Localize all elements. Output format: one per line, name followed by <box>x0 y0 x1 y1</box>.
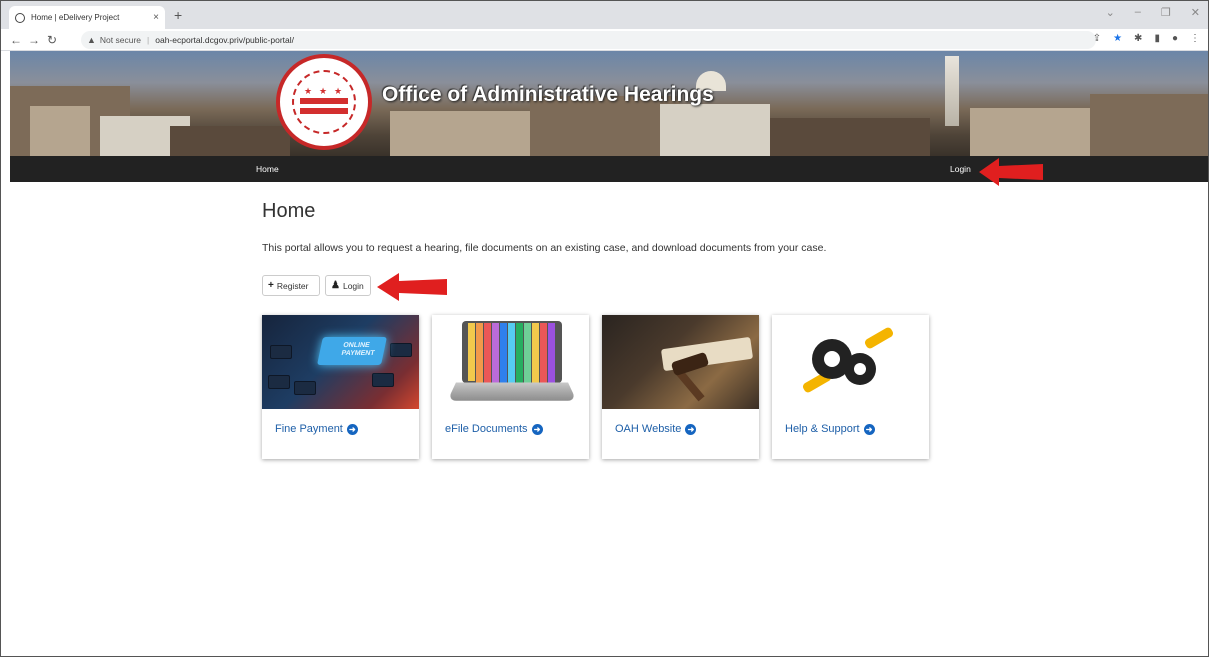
card-label-text: Help & Support <box>785 423 860 435</box>
globe-icon <box>15 12 25 23</box>
folder <box>532 323 539 383</box>
folder <box>500 323 507 383</box>
nav-home-link[interactable]: Home <box>256 164 279 174</box>
restore-icon[interactable]: ❐ <box>1161 6 1171 19</box>
warning-icon: ▲ <box>87 35 96 45</box>
card-link[interactable]: Fine Payment ➜ <box>275 423 358 435</box>
laptop-keyboard <box>447 382 577 401</box>
star-icon: ★ <box>334 86 343 96</box>
laptop-screen <box>462 321 562 383</box>
extensions-icon[interactable]: ✱ <box>1134 33 1142 44</box>
login-label: Login <box>342 280 364 291</box>
user-icon: ♟ <box>331 280 340 291</box>
city-building <box>390 111 530 156</box>
register-button[interactable]: + Register <box>262 275 320 296</box>
annotation-arrow-icon <box>377 273 447 301</box>
folder <box>540 323 547 383</box>
page-title: Home <box>262 200 316 222</box>
browser-tab-strip: Home | eDelivery Project × + ⌄ – ❐ ✕ <box>1 1 1208 29</box>
oah-seal-logo: ★ ★ ★ <box>276 54 372 150</box>
login-button[interactable]: ♟ Login <box>325 275 371 296</box>
folder <box>548 323 555 383</box>
wrench-icon <box>863 326 895 350</box>
reload-icon[interactable]: ↻ <box>43 33 61 47</box>
chevron-down-icon[interactable]: ⌄ <box>1106 6 1115 19</box>
header-banner: ★ ★ ★ Office of Administrative Hearings <box>10 51 1208 156</box>
banner-title: Office of Administrative Hearings <box>382 83 714 106</box>
folder <box>476 323 483 383</box>
keyboard-key <box>390 343 412 357</box>
card-link[interactable]: eFile Documents ➜ <box>445 423 543 435</box>
arrow-circle-right-icon: ➜ <box>531 423 543 435</box>
card-help-support[interactable]: Help & Support ➜ <box>772 315 929 459</box>
online-payment-key: ONLINE PAYMENT <box>317 337 387 365</box>
close-window-icon[interactable]: ✕ <box>1191 6 1200 19</box>
city-building <box>30 106 90 156</box>
browser-toolbar: ← → ↻ ▲ Not secure | oah-ecportal.dcgov.… <box>1 29 1208 51</box>
folder <box>516 323 523 383</box>
card-oah-website[interactable]: OAH Website ➜ <box>602 315 759 459</box>
share-icon[interactable]: ⇪ <box>1093 33 1101 44</box>
annotation-arrow-icon <box>979 158 1043 186</box>
gear-hole <box>824 351 840 367</box>
window-controls: ⌄ – ❐ ✕ <box>1106 6 1200 19</box>
gavel-image <box>602 315 759 409</box>
city-building <box>970 108 1090 156</box>
minimize-icon[interactable]: – <box>1135 6 1141 19</box>
side-panel-icon[interactable]: ▮ <box>1154 33 1160 44</box>
washington-monument <box>945 56 959 126</box>
card-link[interactable]: OAH Website ➜ <box>615 423 697 435</box>
intro-text: This portal allows you to request a hear… <box>262 242 827 254</box>
card-fine-payment[interactable]: ONLINE PAYMENT Fine Payment ➜ <box>262 315 419 459</box>
folder <box>524 323 531 383</box>
keyboard-key <box>270 345 292 359</box>
dc-flag-emblem: ★ ★ ★ <box>300 86 348 116</box>
city-building <box>660 104 770 156</box>
arrow-circle-right-icon: ➜ <box>346 423 358 435</box>
card-label-text: OAH Website <box>615 423 682 435</box>
flag-bar <box>300 98 348 104</box>
menu-icon[interactable]: ⋮ <box>1190 33 1200 44</box>
online-payment-image: ONLINE PAYMENT <box>262 315 419 409</box>
new-tab-button[interactable]: + <box>174 7 182 23</box>
keyboard-key <box>372 373 394 387</box>
star-icon: ★ <box>304 86 313 96</box>
arrow-circle-right-icon: ➜ <box>863 423 875 435</box>
keyboard-key <box>268 375 290 389</box>
address-bar[interactable]: ▲ Not secure | oah-ecportal.dcgov.priv/p… <box>81 31 1096 49</box>
city-building <box>170 126 290 156</box>
gears-image <box>772 315 929 409</box>
flag-bar <box>300 108 348 114</box>
back-icon[interactable]: ← <box>7 33 25 47</box>
profile-icon[interactable]: ● <box>1172 33 1178 44</box>
forward-icon[interactable]: → <box>25 33 43 47</box>
close-tab-icon[interactable]: × <box>153 12 159 23</box>
efile-laptop-image <box>432 315 589 409</box>
card-link[interactable]: Help & Support ➜ <box>785 423 875 435</box>
card-label-text: eFile Documents <box>445 423 528 435</box>
security-label: Not secure <box>99 35 142 45</box>
folder <box>484 323 491 383</box>
city-building <box>770 118 930 156</box>
arrow-circle-right-icon: ➜ <box>685 423 697 435</box>
card-label-text: Fine Payment <box>275 423 343 435</box>
gear-hole <box>854 363 866 375</box>
keyboard-key <box>294 381 316 395</box>
toolbar-actions: ⇪ ★ ✱ ▮ ● ⋮ <box>1093 33 1200 44</box>
star-icon: ★ <box>319 86 328 96</box>
url-text: oah-ecportal.dcgov.priv/public-portal/ <box>155 35 294 45</box>
folder <box>468 323 475 381</box>
tab-title: Home | eDelivery Project <box>31 13 120 22</box>
browser-tab[interactable]: Home | eDelivery Project × <box>9 6 165 29</box>
nav-login-link[interactable]: Login <box>950 164 971 174</box>
address-separator: | <box>147 35 150 45</box>
folder <box>492 323 499 383</box>
screenshot-frame: Home | eDelivery Project × + ⌄ – ❐ ✕ ← →… <box>0 0 1209 657</box>
card-efile-documents[interactable]: eFile Documents ➜ <box>432 315 589 459</box>
city-building <box>1090 94 1208 156</box>
plus-icon: + <box>268 280 274 291</box>
register-label: Register <box>276 280 309 291</box>
bookmark-star-icon[interactable]: ★ <box>1113 33 1122 44</box>
folder <box>508 323 515 383</box>
